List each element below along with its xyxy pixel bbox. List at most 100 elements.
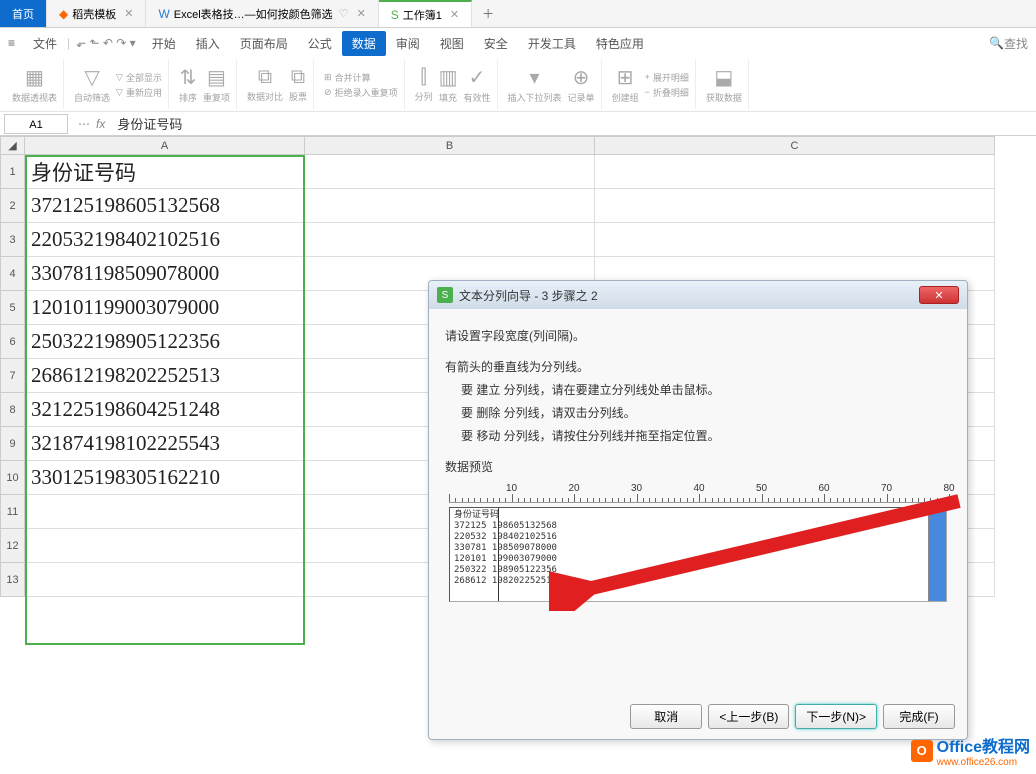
doc-icon: ◆ <box>59 7 68 21</box>
cell-a6[interactable]: 250322198905122356 <box>25 325 305 359</box>
row-header[interactable]: 3 <box>1 223 25 257</box>
cell[interactable] <box>595 189 995 223</box>
row-header[interactable]: 10 <box>1 461 25 495</box>
cell[interactable] <box>305 223 595 257</box>
add-tab-button[interactable]: ＋ <box>472 0 504 27</box>
row-header[interactable]: 8 <box>1 393 25 427</box>
dropdown-button[interactable]: ▾插入下拉列表 <box>508 65 562 104</box>
consolidate-button[interactable]: ⊕记录单 <box>568 65 595 104</box>
cell[interactable] <box>595 223 995 257</box>
cell[interactable] <box>25 563 305 597</box>
cell[interactable] <box>305 155 595 189</box>
cell-a1[interactable]: 身份证号码 <box>25 155 305 189</box>
back-button[interactable]: <上一步(B) <box>708 704 789 729</box>
cell[interactable] <box>25 495 305 529</box>
close-icon[interactable]: ✕ <box>357 7 366 20</box>
menu-bar: ≡ 文件 | ⬐ ⬑ ↶ ↷ ▾ 开始 插入 页面布局 公式 数据 审阅 视图 … <box>0 28 1036 58</box>
row-header[interactable]: 12 <box>1 529 25 563</box>
tab-workbook1[interactable]: S工作簿1✕ <box>379 0 472 27</box>
row-header[interactable]: 11 <box>1 495 25 529</box>
menu-dev[interactable]: 开发工具 <box>518 35 586 52</box>
cell-a3[interactable]: 220532198402102516 <box>25 223 305 257</box>
name-box[interactable]: A1 <box>4 114 68 134</box>
row-header[interactable]: 1 <box>1 155 25 189</box>
dialog-titlebar[interactable]: S 文本分列向导 - 3 步骤之 2 ✕ <box>429 281 967 309</box>
cell[interactable] <box>25 529 305 563</box>
cell-a8[interactable]: 321225198604251248 <box>25 393 305 427</box>
menu-data[interactable]: 数据 <box>342 31 386 56</box>
preview-scrollbar[interactable] <box>928 508 946 601</box>
next-button[interactable]: 下一步(N)> <box>795 704 877 729</box>
cell[interactable] <box>595 155 995 189</box>
group-button[interactable]: ⊞创建组 <box>612 65 639 104</box>
column-break-line[interactable] <box>498 508 499 601</box>
fill-icon: ▥ <box>439 65 458 90</box>
preview-box[interactable]: 身份证号码 372125 198605132568 220532 1984021… <box>449 507 947 602</box>
finish-button[interactable]: 完成(F) <box>883 704 955 729</box>
col-header-b[interactable]: B <box>305 137 595 155</box>
fx-controls[interactable]: ⋯fx <box>72 117 111 131</box>
row-header[interactable]: 4 <box>1 257 25 291</box>
search-box[interactable]: 🔍 查找 <box>989 35 1028 52</box>
valid-icon: ✓ <box>469 65 486 90</box>
collapse-button[interactable]: −折叠明细 <box>645 86 689 99</box>
cell-a10[interactable]: 330125198305162210 <box>25 461 305 495</box>
tab-templates[interactable]: ◆稻壳模板✕ <box>47 0 146 27</box>
menu-review[interactable]: 审阅 <box>386 35 430 52</box>
menu-view[interactable]: 视图 <box>430 35 474 52</box>
reject-dup-button[interactable]: ⊘拒绝录入重复项 <box>324 86 398 99</box>
row-header[interactable]: 5 <box>1 291 25 325</box>
col-header-a[interactable]: A <box>25 137 305 155</box>
stocks-button[interactable]: ⧉股票 <box>289 66 307 103</box>
dialog-close-button[interactable]: ✕ <box>919 286 959 304</box>
quick-access[interactable]: ⬐ ⬑ ↶ ↷ ▾ <box>70 36 142 50</box>
watermark: O Office教程网 www.office26.com <box>911 733 1030 768</box>
cell-a2[interactable]: 372125198605132568 <box>25 189 305 223</box>
valid-button[interactable]: ✓有效性 <box>464 65 491 104</box>
row-header[interactable]: 9 <box>1 427 25 461</box>
preview-ruler[interactable]: 1020304050607080 <box>449 479 947 503</box>
cancel-button[interactable]: 取消 <box>630 704 702 729</box>
select-all-corner[interactable]: ◢ <box>1 137 25 155</box>
getdata-button[interactable]: ⬓获取数据 <box>706 65 742 104</box>
menu-formula[interactable]: 公式 <box>298 35 342 52</box>
dialog-subhead: 有箭头的垂直线为分列线。 <box>445 358 951 375</box>
row-header[interactable]: 6 <box>1 325 25 359</box>
dedupe-button[interactable]: ▤重复项 <box>203 65 230 104</box>
cell-a7[interactable]: 268612198202252513 <box>25 359 305 393</box>
reapply-button[interactable]: ▽全部显示 <box>116 71 162 84</box>
row-header[interactable]: 13 <box>1 563 25 597</box>
reject-icon: ⊘ <box>324 87 332 98</box>
ribbon: ▦数据透视表 ▽自动筛选 ▽全部显示 ▽重新应用 ⇅排序 ▤重复项 ⧉数据对比 … <box>0 58 1036 112</box>
menu-insert[interactable]: 插入 <box>186 35 230 52</box>
fill-button[interactable]: ▥填充 <box>439 65 458 104</box>
menu-file[interactable]: 文件 <box>23 35 67 52</box>
pivot-button[interactable]: ▦数据透视表 <box>12 65 57 104</box>
cell-a5[interactable]: 120101199003079000 <box>25 291 305 325</box>
menu-layout[interactable]: 页面布局 <box>230 35 298 52</box>
formula-input[interactable]: 身份证号码 <box>111 114 1036 133</box>
menu-start[interactable]: 开始 <box>142 35 186 52</box>
dialog-bullet: 要 移动 分列线，请按住分列线并拖至指定位置。 <box>461 427 951 444</box>
cell[interactable] <box>305 189 595 223</box>
cell-a9[interactable]: 321874198102225543 <box>25 427 305 461</box>
menu-special[interactable]: 特色应用 <box>586 35 654 52</box>
dialog-bullet: 要 删除 分列线，请双击分列线。 <box>461 404 951 421</box>
close-icon[interactable]: ✕ <box>450 8 459 21</box>
row-header[interactable]: 2 <box>1 189 25 223</box>
app-menu-icon[interactable]: ≡ <box>8 36 15 50</box>
autofilter-button[interactable]: ▽自动筛选 <box>74 65 110 104</box>
expand-button[interactable]: +展开明细 <box>645 71 689 84</box>
close-icon[interactable]: ✕ <box>124 7 133 20</box>
menu-security[interactable]: 安全 <box>474 35 518 52</box>
tab-excel-doc[interactable]: WExcel表格技…—如何按颜色筛选♡✕ <box>146 0 378 27</box>
advanced-button[interactable]: ▽重新应用 <box>116 86 162 99</box>
col-header-c[interactable]: C <box>595 137 995 155</box>
sort-button[interactable]: ⇅排序 <box>179 65 197 104</box>
row-header[interactable]: 7 <box>1 359 25 393</box>
validation-button[interactable]: ⊞合并计算 <box>324 71 398 84</box>
split-col-button[interactable]: ⫿分列 <box>415 66 433 103</box>
cell-a4[interactable]: 330781198509078000 <box>25 257 305 291</box>
datacompare-button[interactable]: ⧉数据对比 <box>247 66 283 103</box>
tab-home[interactable]: 首页 <box>0 0 47 27</box>
